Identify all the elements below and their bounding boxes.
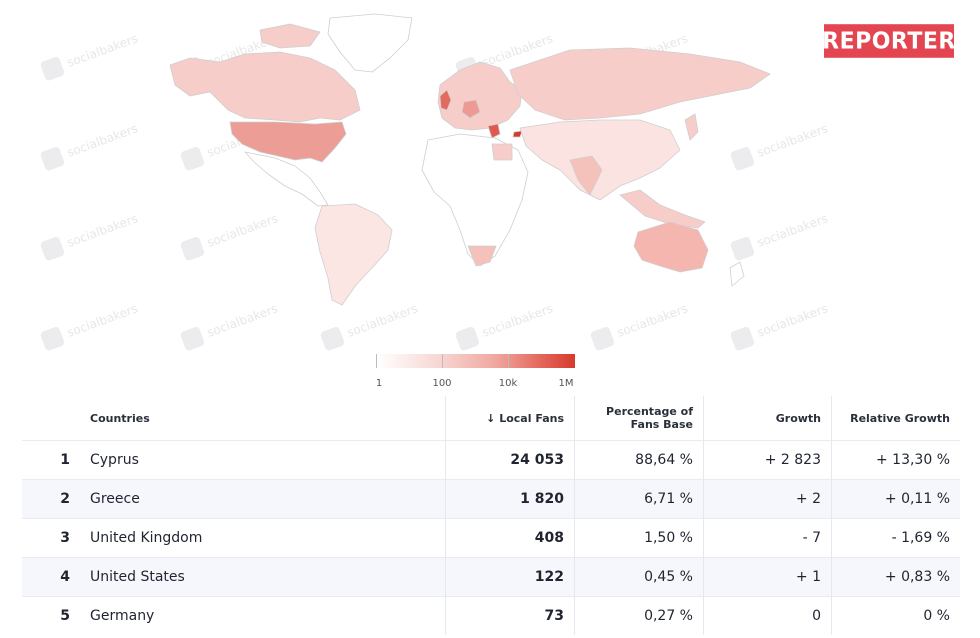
row-growth: - 7: [703, 518, 832, 558]
row-local-fans: 73: [445, 596, 575, 635]
row-local-fans: 1 820: [445, 479, 575, 519]
map-region-south-africa[interactable]: [467, 245, 497, 267]
row-rank: 4: [22, 557, 80, 597]
watermark: socialbakers: [39, 208, 141, 262]
map-region-southeast-asia[interactable]: [619, 189, 706, 229]
reporter-logo-text: REPORTER: [822, 27, 956, 55]
row-country: Germany: [80, 596, 446, 635]
row-rank: 3: [22, 518, 80, 558]
watermark-logo-icon: [729, 325, 756, 352]
row-country: United Kingdom: [80, 518, 446, 558]
row-rank: 1: [22, 440, 80, 480]
watermark-logo-icon: [39, 235, 66, 262]
row-growth: + 2: [703, 479, 832, 519]
row-relative-growth: + 0,11 %: [831, 479, 960, 519]
relative-growth-header[interactable]: Relative Growth: [831, 396, 960, 441]
row-percentage: 6,71 %: [574, 479, 704, 519]
watermark-logo-icon: [39, 55, 66, 82]
row-relative-growth: - 1,69 %: [831, 518, 960, 558]
legend-tick-mark: [442, 354, 443, 368]
row-percentage: 1,50 %: [574, 518, 704, 558]
map-region-australia[interactable]: [633, 221, 709, 273]
watermark-text: socialbakers: [65, 121, 140, 160]
table-row: 4 United States 122 0,45 % + 1 + 0,83 %: [22, 557, 960, 597]
watermark-logo-icon: [179, 325, 206, 352]
watermark-logo-icon: [39, 325, 66, 352]
row-relative-growth: + 0,83 %: [831, 557, 960, 597]
watermark: socialbakers: [39, 28, 141, 82]
map-region-greece[interactable]: [487, 123, 501, 139]
table-row: 5 Germany 73 0,27 % 0 0 %: [22, 596, 960, 635]
legend-tick-mark: [508, 354, 509, 368]
watermark-logo-icon: [589, 325, 616, 352]
row-local-fans: 24 053: [445, 440, 575, 480]
local-fans-header[interactable]: ↓ Local Fans: [445, 396, 575, 441]
row-percentage: 88,64 %: [574, 440, 704, 480]
row-country: Cyprus: [80, 440, 446, 480]
legend-gradient-bar: [376, 354, 575, 368]
row-country: Greece: [80, 479, 446, 519]
countries-header[interactable]: Countries: [80, 396, 446, 441]
row-percentage: 0,27 %: [574, 596, 704, 635]
map-region-russia[interactable]: [509, 47, 771, 121]
map-region-canada[interactable]: [169, 51, 361, 123]
watermark-logo-icon: [454, 325, 481, 352]
map-legend: 1 100 10k 1M: [375, 354, 575, 394]
table-row: 3 United Kingdom 408 1,50 % - 7 - 1,69 %: [22, 518, 960, 558]
row-rank: 2: [22, 479, 80, 519]
row-local-fans: 408: [445, 518, 575, 558]
countries-table: Countries ↓ Local Fans Percentage of Fans…: [22, 396, 960, 635]
map-region-united-states[interactable]: [229, 121, 347, 163]
world-map: [169, 13, 771, 306]
row-relative-growth: + 13,30 %: [831, 440, 960, 480]
percentage-header-line1: Percentage of: [606, 405, 693, 418]
legend-tick-label: 10k: [498, 378, 518, 389]
row-relative-growth: 0 %: [831, 596, 960, 635]
percentage-header[interactable]: Percentage of Fans Base: [574, 396, 704, 441]
row-local-fans: 122: [445, 557, 575, 597]
map-region-europe[interactable]: [437, 61, 523, 131]
map-region-cyprus[interactable]: [512, 130, 523, 138]
watermark: socialbakers: [39, 118, 141, 172]
watermark: socialbakers: [39, 298, 141, 352]
legend-tick-label: 100: [432, 378, 452, 389]
row-rank: 5: [22, 596, 80, 635]
watermark-text: socialbakers: [65, 301, 140, 340]
row-growth: + 2 823: [703, 440, 832, 480]
watermark-text: socialbakers: [65, 211, 140, 250]
row-growth: + 1: [703, 557, 832, 597]
percentage-header-line2: Fans Base: [630, 418, 693, 431]
map-region-japan[interactable]: [684, 113, 699, 141]
legend-tick-label: 1M: [558, 378, 574, 389]
reporter-logo: REPORTER: [822, 24, 956, 58]
map-region-arctic-islands[interactable]: [259, 23, 321, 49]
row-percentage: 0,45 %: [574, 557, 704, 597]
watermark-logo-icon: [319, 325, 346, 352]
table-header-row: Countries ↓ Local Fans Percentage of Fans…: [22, 396, 960, 441]
watermark-text: socialbakers: [65, 31, 140, 70]
row-country: United States: [80, 557, 446, 597]
row-growth: 0: [703, 596, 832, 635]
table-row: 2 Greece 1 820 6,71 % + 2 + 0,11 %: [22, 479, 960, 519]
map-region-egypt[interactable]: [491, 143, 513, 161]
map-region-south-america[interactable]: [314, 203, 393, 306]
map-region-new-zealand[interactable]: [729, 261, 745, 287]
table-row: 1 Cyprus 24 053 88,64 % + 2 823 + 13,30 …: [22, 440, 960, 480]
map-region-asia-south[interactable]: [519, 119, 681, 201]
watermark-logo-icon: [39, 145, 66, 172]
legend-tick-label: 1: [375, 378, 383, 389]
rank-header: [22, 396, 80, 441]
growth-header[interactable]: Growth: [703, 396, 832, 441]
map-region-greenland[interactable]: [327, 13, 413, 73]
